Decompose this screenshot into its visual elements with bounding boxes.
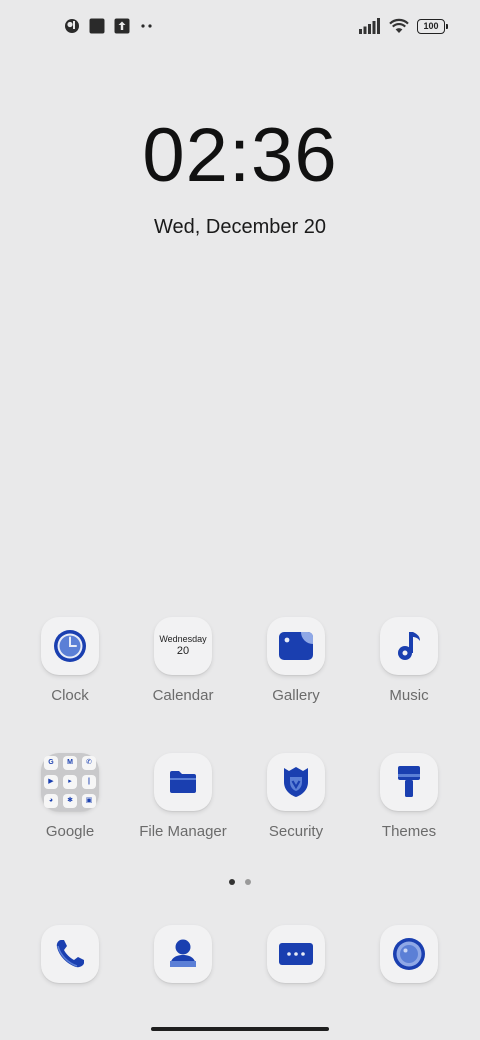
app-label: Clock xyxy=(51,687,89,704)
dock-messages[interactable] xyxy=(240,925,352,983)
app-label: File Manager xyxy=(139,823,227,840)
google-folder-tile[interactable]: G M ✆ ▶ ▸ | ◕ ✱ ▣ xyxy=(41,753,99,811)
page-indicator xyxy=(0,879,480,885)
status-bar-right: 100 xyxy=(359,18,448,34)
wifi-icon xyxy=(389,18,409,33)
app-gallery[interactable]: Gallery xyxy=(240,617,352,704)
calendar-weekday: Wednesday xyxy=(159,634,207,644)
app-music-tile[interactable] xyxy=(380,617,438,675)
shield-icon xyxy=(284,767,308,797)
app-label: Security xyxy=(268,823,324,840)
file-folder-icon xyxy=(170,771,196,793)
app-gallery-tile[interactable] xyxy=(267,617,325,675)
app-label: Calendar xyxy=(152,687,214,704)
page-dot-2[interactable] xyxy=(245,879,251,885)
app-file-manager-tile[interactable] xyxy=(154,753,212,811)
dock-contacts-tile[interactable] xyxy=(154,925,212,983)
camera-icon xyxy=(393,938,425,970)
folder-app-google: G xyxy=(44,756,58,770)
music-note-icon xyxy=(398,632,420,660)
app-label: Music xyxy=(389,687,429,704)
contacts-icon xyxy=(170,939,196,967)
app-clock-tile[interactable] xyxy=(41,617,99,675)
app-clock[interactable]: Clock xyxy=(14,617,126,704)
app-calendar-tile[interactable]: Wednesday 20 xyxy=(154,617,212,675)
status-bar-left xyxy=(64,18,155,34)
app-themes-tile[interactable] xyxy=(380,753,438,811)
app-themes[interactable]: Themes xyxy=(353,753,465,840)
folder-app-phone: ✆ xyxy=(82,756,96,770)
folder-app-drive: | xyxy=(82,775,96,789)
paint-brush-icon xyxy=(398,766,420,797)
dock-camera[interactable] xyxy=(353,925,465,983)
signal-icon xyxy=(359,18,380,34)
app-label: Themes xyxy=(381,823,437,840)
calendar-day-number: 20 xyxy=(176,645,190,657)
page-dot-1[interactable] xyxy=(229,879,235,885)
more-notifications-dots xyxy=(141,24,152,28)
app-security-tile[interactable] xyxy=(267,753,325,811)
app-label: Google xyxy=(45,823,95,840)
folder-app-youtube: ▶ xyxy=(44,775,58,789)
dock-contacts[interactable] xyxy=(127,925,239,983)
folder-app-chrome: ◕ xyxy=(44,794,58,808)
clock-widget-time[interactable]: 02:36 xyxy=(0,112,480,199)
gallery-icon xyxy=(279,632,313,660)
app-security[interactable]: Security xyxy=(240,753,352,840)
app-calendar[interactable]: Wednesday 20 Calendar xyxy=(127,617,239,704)
dock-phone-tile[interactable] xyxy=(41,925,99,983)
upload-notification-icon xyxy=(114,18,130,34)
folder-app-slides: ▣ xyxy=(82,794,96,808)
folder-app-meet: ▸ xyxy=(63,775,77,789)
clock-icon xyxy=(54,630,86,662)
app-file-manager[interactable]: File Manager xyxy=(127,753,239,840)
battery-level: 100 xyxy=(417,18,445,34)
clock-widget-date[interactable]: Wed, December 20 xyxy=(0,216,480,239)
battery-indicator: 100 xyxy=(417,18,448,34)
dock-messages-tile[interactable] xyxy=(267,925,325,983)
home-gesture-bar[interactable] xyxy=(151,1027,329,1031)
app-google-folder[interactable]: G M ✆ ▶ ▸ | ◕ ✱ ▣ Google xyxy=(14,753,126,840)
app-label: Gallery xyxy=(272,687,320,704)
folder-app-photos: ✱ xyxy=(63,794,77,808)
square-notification-icon xyxy=(89,18,105,34)
notification-app-icon xyxy=(65,19,79,33)
app-music[interactable]: Music xyxy=(353,617,465,704)
battery-tip xyxy=(446,23,448,29)
folder-app-gmail: M xyxy=(63,756,77,770)
phone-icon xyxy=(56,940,84,968)
dock-camera-tile[interactable] xyxy=(380,925,438,983)
messages-icon xyxy=(279,943,313,965)
dock-phone[interactable] xyxy=(14,925,126,983)
